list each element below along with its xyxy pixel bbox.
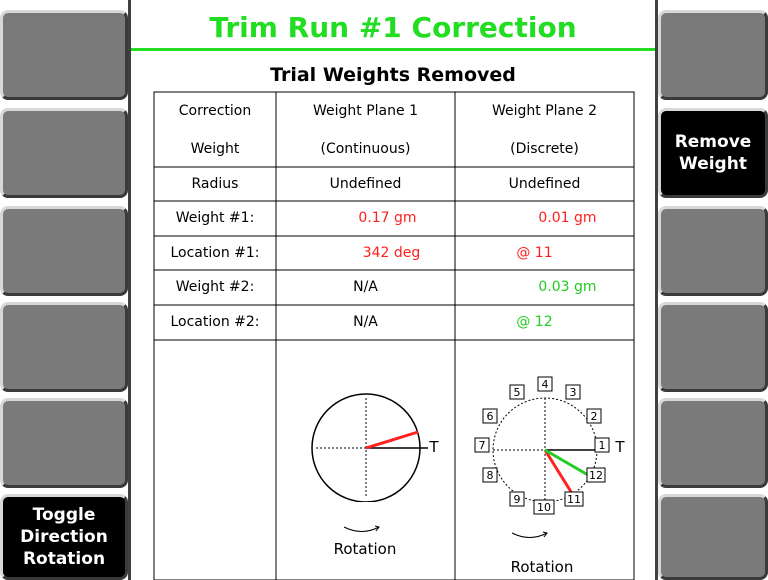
header-continuous: (Continuous) — [320, 141, 411, 157]
remove-weight-label: Remove Weight — [674, 132, 752, 174]
weight-2-plane-2: 0.03 gm — [538, 279, 597, 295]
weight-2-label: Weight #2: — [175, 279, 255, 295]
svg-text:4: 4 — [542, 378, 549, 391]
left-softkey-5[interactable] — [0, 398, 128, 488]
position-box-4: 4 — [537, 376, 553, 392]
toggle-direction-rotation-button[interactable]: Toggle Direction Rotation — [0, 494, 128, 580]
panel-border-left — [128, 0, 131, 580]
svg-text:3: 3 — [570, 386, 577, 399]
position-box-9: 9 — [509, 491, 525, 507]
radius-plane-1: Undefined — [329, 176, 402, 192]
svg-text:7: 7 — [479, 439, 486, 452]
svg-text:10: 10 — [537, 501, 551, 514]
header-weight-plane-1: Weight Plane 1 — [313, 103, 418, 119]
svg-text:12: 12 — [589, 469, 603, 482]
right-softkey-1[interactable] — [658, 10, 768, 100]
position-box-1: 1 — [594, 437, 610, 453]
position-box-12: 12 — [586, 467, 606, 483]
plane-1-rotation-label: Rotation — [333, 540, 397, 558]
plane-2-vector-diagram: 4 3 5 2 6 1 7 12 8 11 9 10 — [474, 376, 610, 515]
toggle-direction-rotation-label: Toggle Direction Rotation — [20, 505, 108, 569]
right-softkey-4[interactable] — [658, 302, 768, 392]
radius-label: Radius — [191, 176, 239, 192]
plane-1-reference-t: T — [429, 438, 439, 456]
position-box-8: 8 — [482, 467, 498, 483]
plane-1-weight-vector — [365, 430, 419, 450]
plane-2-rotation-arrow-icon — [511, 531, 548, 538]
svg-text:6: 6 — [487, 410, 494, 423]
plane-2-reference-t: T — [615, 438, 625, 456]
table-subtitle: Trial Weights Removed — [270, 64, 516, 86]
header-correction: Correction — [178, 103, 252, 119]
plane-2-rotation-label: Rotation — [510, 558, 574, 576]
remove-weight-button[interactable]: Remove Weight — [658, 108, 768, 198]
svg-text:11: 11 — [567, 493, 581, 506]
radius-plane-2: Undefined — [508, 176, 581, 192]
svg-text:1: 1 — [599, 439, 606, 452]
location-2-plane-1: N/A — [353, 314, 378, 330]
left-softkey-4[interactable] — [0, 302, 128, 392]
title-divider — [131, 48, 655, 51]
right-softkey-6[interactable] — [658, 494, 768, 580]
weight-1-label: Weight #1: — [175, 210, 255, 226]
header-discrete: (Discrete) — [510, 141, 579, 157]
left-softkey-1[interactable] — [0, 10, 128, 100]
location-1-plane-2: @ 11 — [516, 245, 553, 261]
position-box-3: 3 — [565, 384, 581, 400]
weight-2-plane-1: N/A — [353, 279, 378, 295]
svg-text:5: 5 — [514, 386, 521, 399]
header-weight-plane-2: Weight Plane 2 — [492, 103, 597, 119]
left-softkey-3[interactable] — [0, 206, 128, 296]
weight-1-plane-2: 0.01 gm — [538, 210, 597, 226]
location-1-label: Location #1: — [170, 245, 260, 261]
svg-text:8: 8 — [487, 469, 494, 482]
location-2-label: Location #2: — [170, 314, 260, 330]
position-box-6: 6 — [482, 408, 498, 424]
position-box-5: 5 — [509, 384, 525, 400]
right-softkey-3[interactable] — [658, 206, 768, 296]
position-box-11: 11 — [564, 491, 584, 507]
plane-1-rotation-arrow-icon — [343, 525, 380, 532]
location-2-plane-2: @ 12 — [516, 314, 553, 330]
header-weight: Weight — [190, 141, 240, 157]
left-softkey-2[interactable] — [0, 108, 128, 198]
position-box-7: 7 — [474, 437, 490, 453]
page-title: Trim Run #1 Correction — [209, 11, 577, 44]
right-softkey-5[interactable] — [658, 398, 768, 488]
weight-1-plane-1: 0.17 gm — [358, 210, 417, 226]
svg-text:2: 2 — [591, 410, 598, 423]
position-box-2: 2 — [586, 408, 602, 424]
svg-text:9: 9 — [514, 493, 521, 506]
position-box-10: 10 — [533, 499, 555, 515]
